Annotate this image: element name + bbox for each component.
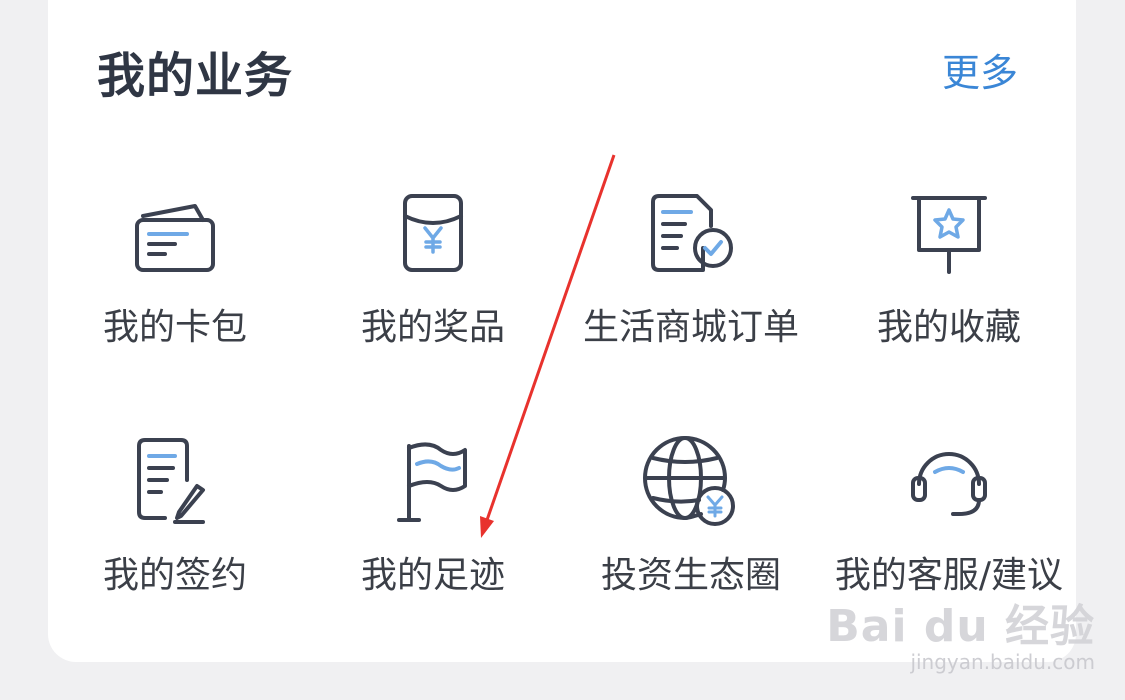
more-link[interactable]: 更多 bbox=[942, 42, 1018, 97]
grid-item-label: 我的足迹 bbox=[360, 555, 505, 596]
order-check-icon bbox=[641, 186, 741, 286]
grid-item-label: 我的收藏 bbox=[876, 307, 1021, 348]
grid-item-footprints[interactable]: 我的足迹 bbox=[303, 434, 563, 634]
red-packet-icon bbox=[383, 186, 483, 286]
grid-item-customer-service[interactable]: 我的客服/建议 bbox=[819, 434, 1079, 634]
headset-icon bbox=[899, 434, 999, 534]
grid-item-card-wallet[interactable]: 我的卡包 bbox=[45, 186, 305, 386]
grid-item-label: 投资生态圈 bbox=[600, 555, 781, 596]
star-board-icon bbox=[899, 186, 999, 286]
contract-edit-icon bbox=[125, 434, 225, 534]
grid-item-label: 我的客服/建议 bbox=[834, 555, 1064, 596]
globe-yuan-icon bbox=[641, 434, 741, 534]
grid-item-favorites[interactable]: 我的收藏 bbox=[819, 186, 1079, 386]
grid-item-label: 我的签约 bbox=[102, 555, 247, 596]
grid-item-label: 我的奖品 bbox=[360, 307, 505, 348]
section-title: 我的业务 bbox=[97, 48, 294, 104]
grid-item-contracts[interactable]: 我的签约 bbox=[45, 434, 305, 634]
grid-item-mall-orders[interactable]: 生活商城订单 bbox=[561, 186, 821, 386]
wallet-icon bbox=[125, 186, 225, 286]
grid-item-label: 生活商城订单 bbox=[582, 307, 799, 348]
flag-icon bbox=[383, 434, 483, 534]
grid-item-prizes[interactable]: 我的奖品 bbox=[303, 186, 563, 386]
grid-item-investment-circle[interactable]: 投资生态圈 bbox=[561, 434, 821, 634]
grid-item-label: 我的卡包 bbox=[102, 307, 247, 348]
